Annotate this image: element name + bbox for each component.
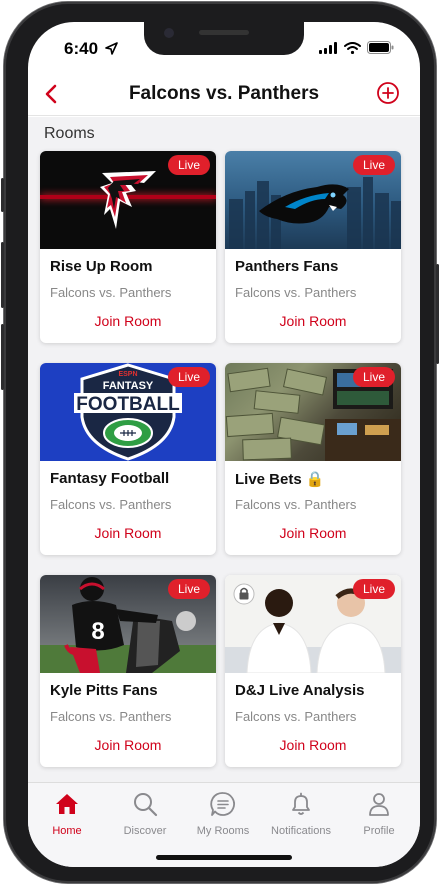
home-indicator [156, 855, 292, 860]
power-button [436, 264, 439, 364]
join-room-button[interactable]: Join Room [225, 525, 401, 541]
room-title: Rise Up Room [50, 258, 153, 275]
room-card[interactable]: FOOTBALL FANTASY ESPN Live Fantasy Footb… [40, 363, 216, 555]
search-icon [134, 793, 158, 817]
room-subtitle: Falcons vs. Panthers [235, 709, 357, 724]
svg-text:8: 8 [91, 618, 104, 645]
join-room-button[interactable]: Join Room [40, 313, 216, 329]
person-icon [369, 793, 389, 816]
chat-icon [210, 792, 235, 816]
svg-text:ESPN: ESPN [118, 371, 137, 378]
svg-text:FANTASY: FANTASY [103, 380, 154, 392]
live-badge: Live [167, 367, 210, 387]
room-title: Panthers Fans [235, 258, 339, 275]
tab-label: Profile [363, 825, 395, 837]
room-thumbnail: Live [225, 151, 401, 249]
live-badge: Live [167, 155, 210, 175]
room-subtitle: Falcons vs. Panthers [235, 285, 357, 300]
bell-icon [292, 792, 310, 815]
status-time: 6:40 [64, 39, 118, 59]
live-badge: Live [352, 155, 395, 175]
room-thumbnail: Live [225, 363, 401, 461]
volume-down-button [1, 324, 4, 390]
live-badge: Live [167, 579, 210, 599]
join-room-button[interactable]: Join Room [225, 737, 401, 753]
add-circle-icon[interactable] [376, 81, 400, 105]
cellular-signal-icon [319, 41, 337, 54]
room-title: Fantasy Football [50, 470, 170, 487]
room-thumbnail: Live [40, 151, 216, 249]
screen: 6:40 Falcons vs. Panthers Rooms Live Ris… [28, 22, 420, 867]
tab-label: My Rooms [196, 825, 250, 837]
join-room-button[interactable]: Join Room [40, 737, 216, 753]
live-badge: Live [352, 367, 395, 387]
room-card[interactable]: Live D&J Live Analysis Falcons vs. Panth… [225, 575, 401, 767]
camera [164, 28, 174, 38]
room-subtitle: Falcons vs. Panthers [50, 285, 172, 300]
join-room-button[interactable]: Join Room [40, 525, 216, 541]
volume-up-button [1, 242, 4, 308]
nav-header: Falcons vs. Panthers [28, 74, 420, 116]
room-thumbnail: 8 Live [40, 575, 216, 673]
tab-discover[interactable]: Discover [106, 791, 184, 837]
section-title: Rooms [44, 125, 95, 142]
tab-label: Discover [123, 825, 167, 837]
notch [144, 22, 304, 55]
room-subtitle: Falcons vs. Panthers [50, 497, 172, 512]
rooms-content: Rooms Live Rise Up Room Falcons vs. Pant… [28, 117, 420, 782]
room-card[interactable]: Live Panthers Fans Falcons vs. Panthers … [225, 151, 401, 343]
mute-switch [1, 178, 4, 212]
room-title: Kyle Pitts Fans [50, 682, 158, 699]
room-title: D&J Live Analysis [235, 682, 365, 699]
phone-frame: 6:40 Falcons vs. Panthers Rooms Live Ris… [1, 2, 439, 883]
live-badge: Live [352, 579, 395, 599]
room-thumbnail: FOOTBALL FANTASY ESPN Live [40, 363, 216, 461]
tab-label: Home [52, 825, 82, 837]
room-subtitle: Falcons vs. Panthers [235, 497, 357, 512]
svg-text:FOOTBALL: FOOTBALL [76, 394, 180, 415]
tab-profile[interactable]: Profile [340, 791, 418, 837]
tab-notifications[interactable]: Notifications [262, 791, 340, 837]
room-thumbnail: Live [225, 575, 401, 673]
page-title: Falcons vs. Panthers [128, 83, 320, 104]
room-card[interactable]: Live Rise Up Room Falcons vs. Panthers J… [40, 151, 216, 343]
wifi-icon [344, 41, 361, 54]
join-room-button[interactable]: Join Room [225, 313, 401, 329]
tab-label: Notifications [271, 825, 331, 837]
room-title: Live Bets 🔒 [235, 471, 325, 488]
tab-home[interactable]: Home [28, 791, 106, 837]
room-subtitle: Falcons vs. Panthers [50, 709, 172, 724]
tab-my-rooms[interactable]: My Rooms [184, 791, 262, 837]
room-card[interactable]: Live Live Bets 🔒 Falcons vs. Panthers Jo… [225, 363, 401, 555]
status-icons [319, 41, 394, 54]
lock-icon [233, 583, 255, 605]
home-icon [56, 794, 78, 814]
room-card[interactable]: 8 Live Kyle Pitts Fans Falcons vs. Panth… [40, 575, 216, 767]
battery-icon [367, 41, 394, 54]
speaker [199, 30, 249, 35]
location-arrow-icon [104, 42, 118, 55]
